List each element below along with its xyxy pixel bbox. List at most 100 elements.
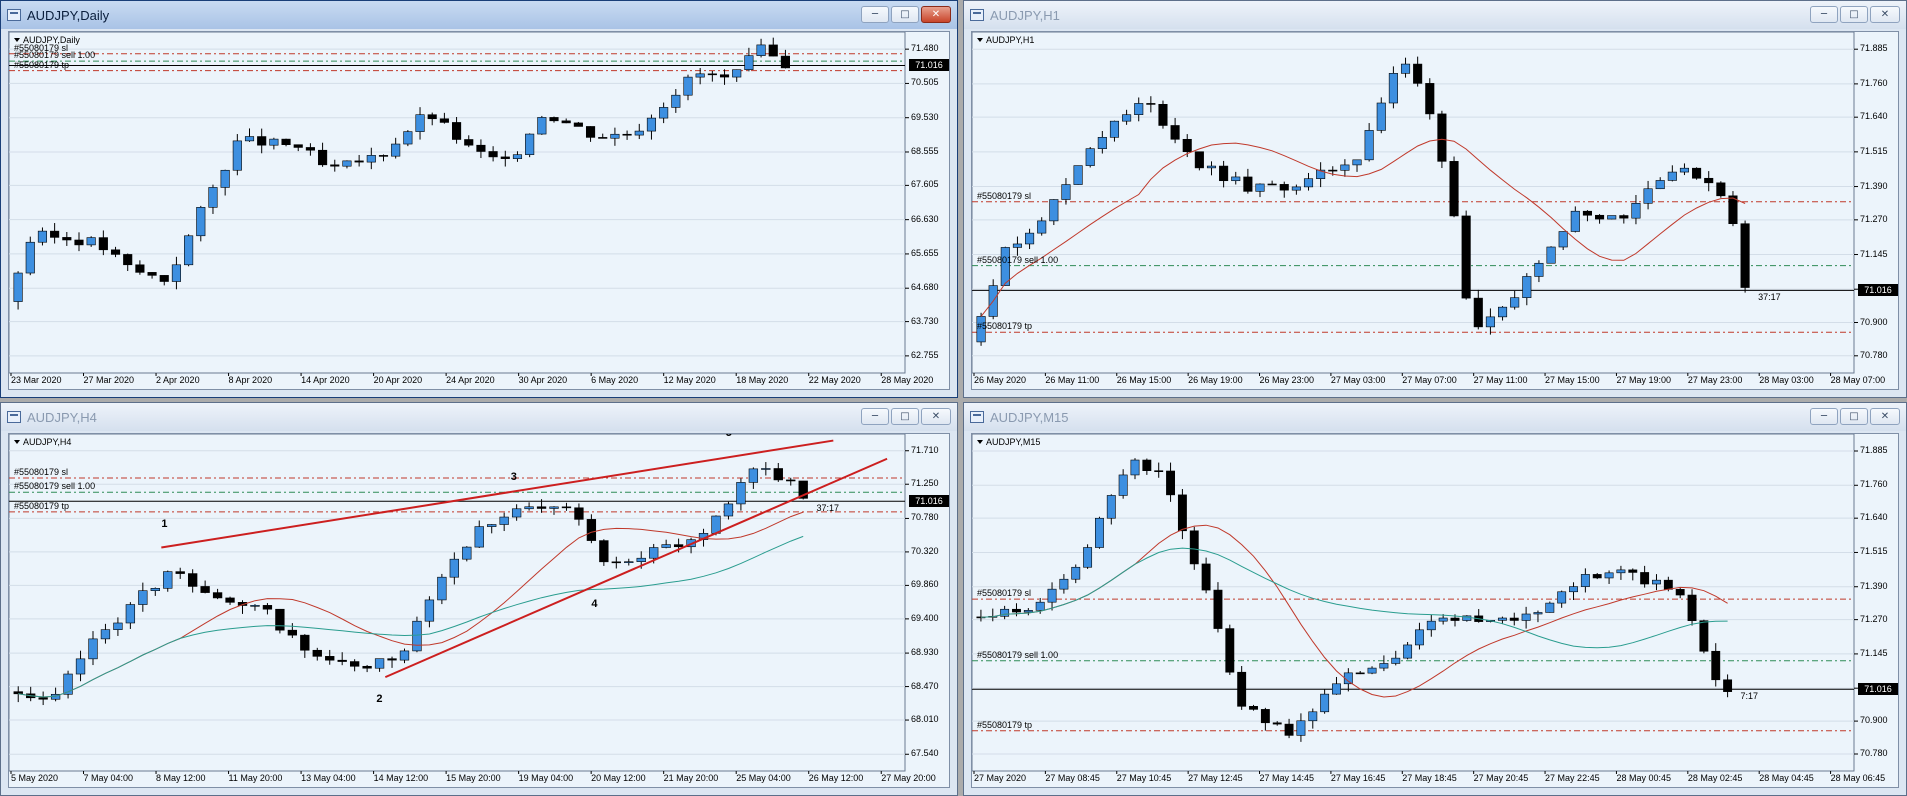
candle-bullish: [1534, 262, 1544, 277]
minimize-button[interactable]: ─: [1810, 408, 1838, 425]
chart-svg[interactable]: [972, 434, 1898, 787]
candle-bearish: [300, 634, 310, 651]
candle-bearish: [1177, 494, 1187, 532]
x-tick-label: 12 May 2020: [663, 375, 716, 385]
candle-bullish: [1035, 601, 1045, 611]
x-tick-label: 19 May 04:00: [518, 773, 574, 783]
window-h4[interactable]: AUDJPY,H4 ─ □ ✕ AUDJPY,H4 71.710 71.250 70…: [0, 402, 958, 796]
candle-bullish: [624, 561, 634, 563]
candle-bearish: [427, 114, 437, 120]
x-tick-label: 28 May 2020: [881, 375, 934, 385]
candle-bullish: [1510, 297, 1520, 308]
candle-bearish: [1675, 589, 1685, 596]
candle-bearish: [536, 506, 547, 509]
window-titlebar[interactable]: AUDJPY,M15 ─ □ ✕: [964, 403, 1906, 431]
window-titlebar[interactable]: AUDJPY,Daily ─ □ ✕: [1, 1, 957, 29]
candle-bullish: [1667, 171, 1677, 181]
candle-bearish: [622, 133, 632, 136]
y-tick-label: 70.780: [911, 512, 939, 523]
x-tick-label: 20 Apr 2020: [373, 375, 423, 385]
candle-bullish: [671, 94, 681, 108]
close-button[interactable]: ✕: [921, 408, 951, 425]
candle-bullish: [732, 69, 742, 78]
window-titlebar[interactable]: AUDJPY,H1 ─ □ ✕: [964, 1, 1906, 29]
chart-svg[interactable]: [9, 434, 949, 787]
candle-bullish: [1083, 547, 1093, 568]
candle-bullish: [75, 658, 86, 675]
chart-svg[interactable]: [972, 32, 1898, 389]
candle-bearish: [1509, 617, 1519, 621]
candle-bearish: [773, 468, 783, 481]
candle-bullish: [1652, 579, 1661, 585]
window-title: AUDJPY,Daily: [27, 7, 110, 23]
wave-label: 2: [376, 692, 383, 705]
candle-bearish: [1146, 103, 1156, 105]
minimize-button[interactable]: ─: [861, 6, 889, 23]
minimize-button[interactable]: ─: [1810, 6, 1838, 23]
x-tick-label: 7 May 04:00: [83, 773, 134, 783]
candle-bullish: [1631, 203, 1641, 219]
candle-bullish: [150, 588, 160, 591]
candle-bullish: [196, 207, 206, 237]
moving-average-red: [980, 524, 1728, 698]
window-m15[interactable]: AUDJPY,M15 ─ □ ✕ AUDJPY,M15 71.885 71.760…: [963, 402, 1907, 796]
maximize-button[interactable]: □: [1840, 6, 1868, 23]
candle-bullish: [1485, 316, 1495, 328]
chart-svg[interactable]: [9, 32, 949, 389]
chart-area[interactable]: AUDJPY,H1 71.885 71.760 71.640 71.515 71.390…: [971, 31, 1899, 390]
candle-bullish: [512, 154, 523, 159]
candle-bullish: [437, 576, 447, 601]
close-button[interactable]: ✕: [921, 6, 951, 23]
candle-bearish: [387, 658, 397, 661]
close-button[interactable]: ✕: [1870, 6, 1900, 23]
candle-bullish: [1206, 165, 1217, 169]
candle-bearish: [62, 237, 72, 241]
y-tick-label: 68.930: [911, 647, 939, 658]
candle-bearish: [200, 586, 210, 593]
window-h1[interactable]: AUDJPY,H1 ─ □ ✕ AUDJPY,H1 71.885 71.760 71…: [963, 0, 1907, 398]
x-tick-label: 14 Apr 2020: [301, 375, 350, 385]
candle-bearish: [74, 239, 84, 246]
trendline-lower: [384, 457, 888, 679]
candle-bearish: [1449, 161, 1459, 217]
close-button[interactable]: ✕: [1870, 408, 1900, 425]
x-tick-label: 27 May 20:45: [1473, 773, 1529, 783]
dropdown-triangle-icon: [14, 440, 20, 444]
x-tick-label: 14 May 12:00: [373, 773, 429, 783]
candle-bearish: [98, 237, 108, 251]
candle-bullish: [1231, 176, 1241, 182]
order-line-label: #55080179 sell 1.00: [14, 481, 96, 492]
candle-bullish: [100, 629, 111, 640]
candle-bullish: [711, 515, 721, 534]
candle-bearish: [325, 656, 335, 661]
maximize-button[interactable]: □: [891, 6, 919, 23]
chart-area[interactable]: AUDJPY,H4 71.710 71.250 70.780 70.320 69.860…: [8, 433, 950, 788]
window-titlebar[interactable]: AUDJPY,H4 ─ □ ✕: [1, 403, 957, 431]
candle-bullish: [163, 571, 173, 589]
candle-bearish: [123, 254, 133, 266]
candle-bullish: [1557, 591, 1567, 604]
candle-bearish: [188, 573, 198, 587]
candle-bullish: [1570, 210, 1580, 232]
window-daily[interactable]: AUDJPY,Daily ─ □ ✕ AUDJPY,Daily 71.480 70…: [0, 0, 958, 398]
candle-bullish: [1000, 247, 1010, 286]
chart-area[interactable]: AUDJPY,M15 71.885 71.760 71.640 71.515 71.39…: [971, 433, 1899, 788]
candle-bearish: [293, 144, 303, 148]
candle-bearish: [561, 506, 572, 509]
chart-area[interactable]: AUDJPY,Daily 71.480 70.505 69.530 68.555 67.…: [8, 31, 950, 390]
maximize-button[interactable]: □: [1840, 408, 1868, 425]
candle-bearish: [38, 697, 48, 700]
candle-bullish: [1607, 215, 1617, 220]
candle-bullish: [1533, 612, 1543, 615]
candle-bearish: [110, 249, 121, 255]
candle-bearish: [1473, 297, 1483, 328]
y-tick-label: 69.400: [911, 612, 939, 623]
maximize-button[interactable]: □: [891, 408, 919, 425]
candle-bullish: [649, 547, 659, 559]
y-tick-label: 67.540: [911, 748, 939, 759]
candle-bearish: [1687, 594, 1697, 621]
candle-bearish: [1437, 113, 1447, 162]
window-title: AUDJPY,H1: [990, 7, 1060, 23]
minimize-button[interactable]: ─: [861, 408, 889, 425]
order-line-label: #55080179 sell 1.00: [14, 50, 96, 61]
